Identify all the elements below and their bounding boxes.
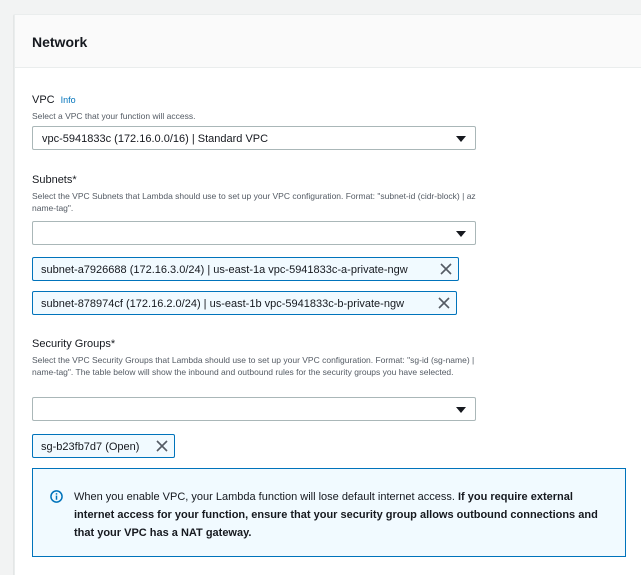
vpc-select-value: vpc-5941833c (172.16.0.0/16) | Standard … [42, 133, 269, 145]
caret-down-icon [456, 231, 466, 237]
vpc-description: Select a VPC that your function will acc… [32, 111, 196, 121]
subnets-description: Select the VPC Subnets that Lambda shoul… [32, 191, 476, 213]
network-panel: Network VPC Info Select a VPC that your f… [14, 14, 641, 575]
subnet-token-label: subnet-878974cf (172.16.2.0/24) | us-eas… [41, 298, 405, 310]
alert-text-plain: When you enable VPC, your Lambda functio… [74, 491, 458, 503]
subnet-token: subnet-a7926688 (172.16.3.0/24) | us-eas… [32, 257, 459, 281]
alert-message: When you enable VPC, your Lambda functio… [74, 488, 610, 542]
subnet-token: subnet-878974cf (172.16.2.0/24) | us-eas… [32, 291, 457, 315]
vpc-internet-access-alert: When you enable VPC, your Lambda functio… [32, 468, 626, 557]
security-groups-label: Security Groups* [32, 338, 116, 350]
vpc-label: VPC [32, 94, 55, 106]
vpc-field-label-row: VPC Info [32, 94, 76, 106]
panel-header: Network [15, 15, 641, 68]
caret-down-icon [456, 136, 466, 142]
caret-down-icon [456, 407, 466, 413]
info-circle-icon [50, 490, 63, 503]
section-title: Network [32, 34, 88, 50]
close-icon[interactable] [437, 296, 451, 310]
vpc-select[interactable]: vpc-5941833c (172.16.0.0/16) | Standard … [32, 126, 476, 150]
subnets-label: Subnets* [32, 174, 77, 186]
security-group-token-label: sg-b23fb7d7 (Open) [41, 441, 140, 453]
subnets-select[interactable] [32, 221, 476, 245]
security-groups-select[interactable] [32, 397, 476, 421]
security-group-token: sg-b23fb7d7 (Open) [32, 434, 175, 458]
close-icon[interactable] [155, 439, 169, 453]
security-groups-description: Select the VPC Security Groups that Lamb… [32, 355, 475, 377]
subnet-token-label: subnet-a7926688 (172.16.3.0/24) | us-eas… [41, 264, 408, 276]
vpc-info-link[interactable]: Info [61, 95, 76, 105]
close-icon[interactable] [439, 262, 453, 276]
